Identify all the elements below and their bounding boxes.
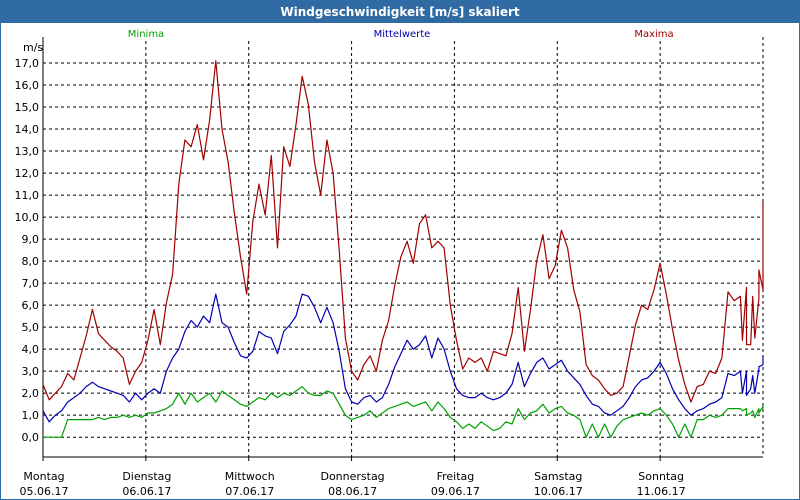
- y-tick-label: 3,0: [22, 365, 40, 378]
- series-maxima-line: [42, 60, 764, 403]
- legend-minima: Minima: [128, 29, 164, 40]
- x-tick-labels: Montag 05.06.17 Dienstag 06.06.17 Mittwoch 07…: [20, 470, 686, 498]
- y-tick-label: 5,0: [22, 321, 40, 334]
- x-tick-day: Dienstag: [122, 470, 171, 483]
- y-tick-label: 11,0: [15, 189, 40, 202]
- y-tick-label: 13,0: [15, 145, 40, 158]
- x-tick-date: 06.06.17: [122, 485, 171, 498]
- chart-window: Windgeschwindigkeit [m/s] skaliert 0,0 1,…: [0, 0, 800, 500]
- y-tick-label: 4,0: [22, 343, 40, 356]
- x-tick-day: Mittwoch: [225, 470, 275, 483]
- x-tick-date: 11.06.17: [637, 485, 686, 498]
- x-tick-day: Freitag: [437, 470, 475, 483]
- legend-maxima: Maxima: [634, 29, 673, 40]
- x-tick-day: Donnerstag: [320, 470, 384, 483]
- y-tick-label: 14,0: [15, 123, 40, 136]
- y-tick-label: 15,0: [15, 101, 40, 114]
- x-tick-day: Montag: [23, 470, 64, 483]
- x-tick-date: 10.06.17: [534, 485, 583, 498]
- y-axis-label: m/s: [23, 41, 43, 54]
- y-tick-label: 6,0: [22, 299, 40, 312]
- y-tick-label: 16,0: [15, 79, 40, 92]
- wind-speed-chart: 0,0 1,0 2,0 3,0 4,0 5,0 6,0 7,0 8,0 9,0 10,0 11,0 12…: [15, 29, 764, 498]
- series-lines: [42, 60, 764, 438]
- legend-mittelwerte: Mittelwerte: [374, 29, 431, 40]
- x-tick-date: 08.06.17: [328, 485, 377, 498]
- series-mittelwerte-line: [42, 293, 764, 423]
- y-tick-label: 7,0: [22, 277, 40, 290]
- y-tick-label: 10,0: [15, 211, 40, 224]
- y-tick-label: 0,0: [22, 431, 40, 444]
- y-tick-label: 2,0: [22, 387, 40, 400]
- x-tick-date: 09.06.17: [431, 485, 480, 498]
- x-tick-day: Sonntag: [638, 470, 684, 483]
- y-tick-labels: 0,0 1,0 2,0 3,0 4,0 5,0 6,0 7,0 8,0 9,0 10,0 11,0 12…: [15, 57, 40, 444]
- y-tick-label: 12,0: [15, 167, 40, 180]
- x-tick-date: 07.06.17: [225, 485, 274, 498]
- x-tick-date: 05.06.17: [20, 485, 69, 498]
- y-tick-label: 17,0: [15, 57, 40, 70]
- y-tick-label: 8,0: [22, 255, 40, 268]
- series-minima-line: [43, 386, 764, 438]
- axes: [42, 37, 764, 461]
- y-tick-label: 9,0: [22, 233, 40, 246]
- grid: [43, 41, 763, 457]
- x-tick-day: Samstag: [534, 470, 582, 483]
- y-tick-label: 1,0: [22, 409, 40, 422]
